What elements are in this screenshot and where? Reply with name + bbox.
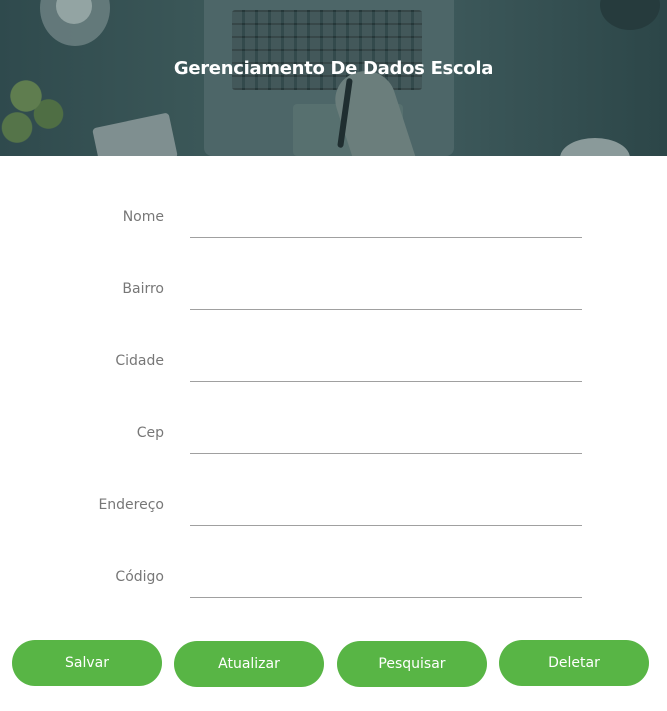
background-mug — [560, 138, 630, 156]
form-row-codigo: Código — [0, 552, 667, 602]
form-row-nome: Nome — [0, 192, 667, 242]
delete-button[interactable]: Deletar — [499, 640, 649, 686]
nome-label: Nome — [122, 209, 164, 225]
search-button[interactable]: Pesquisar — [337, 641, 487, 687]
page-title: Gerenciamento De Dados Escola — [173, 58, 494, 79]
form-row-endereco: Endereço — [0, 480, 667, 530]
cep-input[interactable] — [190, 414, 582, 454]
form-row-cidade: Cidade — [0, 336, 667, 386]
update-button[interactable]: Atualizar — [174, 641, 324, 687]
form-row-bairro: Bairro — [0, 264, 667, 314]
bairro-input[interactable] — [190, 270, 582, 310]
header-banner: Gerenciamento De Dados Escola — [0, 0, 667, 156]
background-notebook — [92, 112, 178, 156]
cep-label: Cep — [136, 425, 164, 441]
cidade-input[interactable] — [190, 342, 582, 382]
codigo-label: Código — [115, 569, 164, 585]
endereco-label: Endereço — [98, 497, 164, 513]
background-phone — [600, 0, 660, 30]
save-button[interactable]: Salvar — [12, 640, 162, 686]
bairro-label: Bairro — [122, 281, 164, 297]
endereco-input[interactable] — [190, 486, 582, 526]
form-row-cep: Cep — [0, 408, 667, 458]
cidade-label: Cidade — [115, 353, 164, 369]
nome-input[interactable] — [190, 198, 582, 238]
codigo-input[interactable] — [190, 558, 582, 598]
